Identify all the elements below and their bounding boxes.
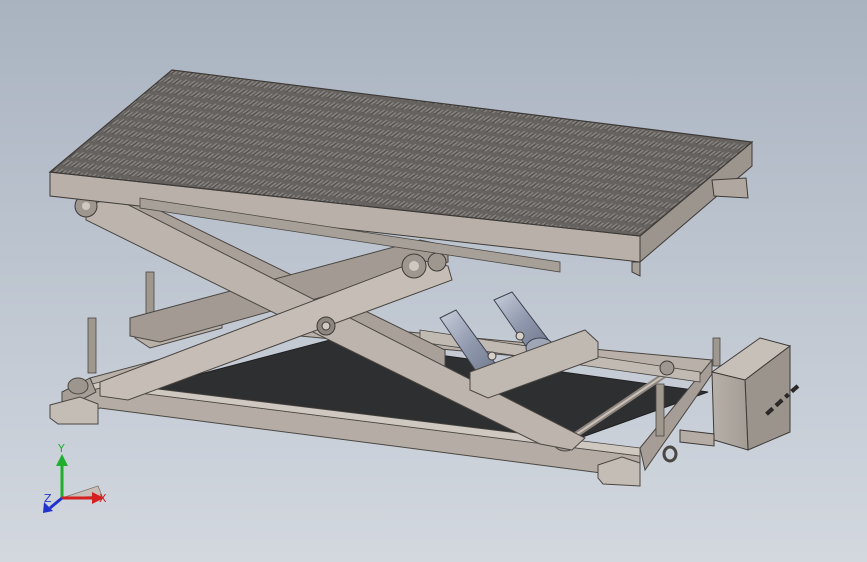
roller-left	[67, 377, 89, 395]
platform-bracket-right	[711, 177, 749, 199]
y-axis-label: Y	[57, 442, 65, 455]
pivot-bottom-right	[659, 360, 675, 376]
post-3	[655, 383, 665, 437]
x-axis-label: X	[99, 492, 107, 505]
hook-icon	[662, 445, 678, 463]
post-4	[712, 337, 721, 367]
post-1	[87, 317, 97, 374]
z-axis-label: Z	[44, 492, 52, 505]
model-viewport[interactable]: ■■ ■■ ■ ■■ Y X Z	[0, 0, 867, 562]
z-axis-arrow	[49, 496, 63, 510]
y-axis-head	[56, 454, 68, 466]
coordinate-triad: Y X Z	[43, 442, 107, 513]
foot-pad-left	[49, 396, 99, 425]
pivot-top-right	[427, 252, 447, 272]
